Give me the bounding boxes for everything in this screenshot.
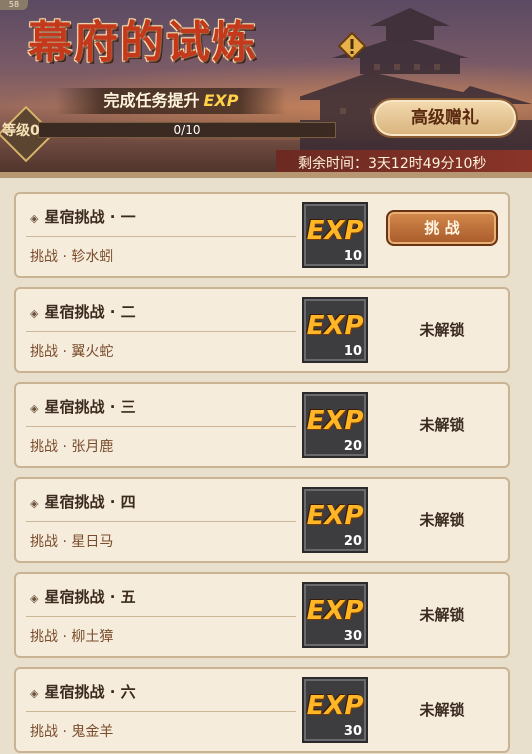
challenge-button[interactable]: 挑 战 bbox=[386, 210, 498, 246]
exp-amount: 10 bbox=[343, 249, 362, 264]
challenge-target: 挑战 · 鬼金羊 bbox=[30, 724, 114, 740]
card-divider bbox=[26, 331, 296, 332]
locked-label: 未解锁 bbox=[419, 511, 465, 529]
diamond-bullet-icon: ◈ bbox=[30, 402, 39, 415]
subtitle-text: 完成任务提升 bbox=[103, 91, 200, 110]
exp-amount: 30 bbox=[343, 629, 362, 644]
challenge-card: ◈ 星宿挑战 · 六 挑战 · 鬼金羊 EXP 30 未解锁 bbox=[14, 667, 510, 753]
challenge-target: 挑战 · 轸水蚓 bbox=[30, 249, 114, 265]
exp-reward: EXP 30 bbox=[302, 677, 368, 743]
level-progress-bar: 0/10 bbox=[38, 122, 336, 138]
locked-label: 未解锁 bbox=[419, 321, 465, 339]
challenge-card: ◈ 星宿挑战 · 四 挑战 · 星日马 EXP 20 未解锁 bbox=[14, 477, 510, 563]
challenge-name-text: 星宿挑战 · 五 bbox=[44, 588, 136, 606]
diamond-bullet-icon: ◈ bbox=[30, 592, 39, 605]
event-title: 幕府的试炼 bbox=[28, 17, 258, 68]
challenge-card: ◈ 星宿挑战 · 一 挑战 · 轸水蚓 EXP 10 挑 战 bbox=[14, 192, 510, 278]
challenge-target: 挑战 · 翼火蛇 bbox=[30, 344, 114, 360]
challenge-name: ◈ 星宿挑战 · 四 bbox=[30, 491, 136, 512]
diamond-bullet-icon: ◈ bbox=[30, 212, 39, 225]
exp-amount: 30 bbox=[343, 724, 362, 739]
card-divider bbox=[26, 236, 296, 237]
challenge-name-text: 星宿挑战 · 六 bbox=[44, 683, 136, 701]
exp-label: EXP bbox=[306, 501, 364, 531]
challenge-target: 挑战 · 星日马 bbox=[30, 534, 114, 550]
diamond-bullet-icon: ◈ bbox=[30, 307, 39, 320]
exp-label: EXP bbox=[306, 406, 364, 436]
premium-gift-button[interactable]: 高级赠礼 bbox=[372, 98, 518, 138]
exp-amount: 20 bbox=[343, 534, 362, 549]
exp-reward: EXP 30 bbox=[302, 582, 368, 648]
locked-label: 未解锁 bbox=[419, 416, 465, 434]
diamond-bullet-icon: ◈ bbox=[30, 497, 39, 510]
subtitle-exp: EXP bbox=[203, 91, 239, 110]
exp-amount: 10 bbox=[343, 344, 362, 359]
exp-reward: EXP 20 bbox=[302, 392, 368, 458]
card-divider bbox=[26, 521, 296, 522]
challenge-name-text: 星宿挑战 · 四 bbox=[44, 493, 136, 511]
challenge-name: ◈ 星宿挑战 · 三 bbox=[30, 396, 136, 417]
diamond-bullet-icon: ◈ bbox=[30, 687, 39, 700]
exp-amount: 20 bbox=[343, 439, 362, 454]
locked-label: 未解锁 bbox=[419, 701, 465, 719]
challenge-target: 挑战 · 柳土獐 bbox=[30, 629, 114, 645]
challenge-name: ◈ 星宿挑战 · 二 bbox=[30, 301, 136, 322]
challenge-target: 挑战 · 张月鹿 bbox=[30, 439, 114, 455]
exp-label: EXP bbox=[306, 596, 364, 626]
card-divider bbox=[26, 616, 296, 617]
subtitle-banner: 完成任务提升 EXP bbox=[56, 88, 286, 114]
exp-reward: EXP 20 bbox=[302, 487, 368, 553]
challenge-name-text: 星宿挑战 · 一 bbox=[44, 208, 136, 226]
card-divider bbox=[26, 426, 296, 427]
challenge-name: ◈ 星宿挑战 · 一 bbox=[30, 206, 136, 227]
exp-label: EXP bbox=[306, 311, 364, 341]
progress-text: 0/10 bbox=[173, 123, 201, 137]
level-label: 等级0 bbox=[2, 123, 40, 139]
challenge-card: ◈ 星宿挑战 · 三 挑战 · 张月鹿 EXP 20 未解锁 bbox=[14, 382, 510, 468]
card-divider bbox=[26, 711, 296, 712]
exclamation-diamond-icon[interactable] bbox=[338, 32, 366, 60]
challenge-card: ◈ 星宿挑战 · 五 挑战 · 柳土獐 EXP 30 未解锁 bbox=[14, 572, 510, 658]
challenge-card: ◈ 星宿挑战 · 二 挑战 · 翼火蛇 EXP 10 未解锁 bbox=[14, 287, 510, 373]
challenge-name: ◈ 星宿挑战 · 六 bbox=[30, 681, 136, 702]
exp-label: EXP bbox=[306, 691, 364, 721]
locked-label: 未解锁 bbox=[419, 606, 465, 624]
exp-label: EXP bbox=[306, 216, 364, 246]
challenge-name: ◈ 星宿挑战 · 五 bbox=[30, 586, 136, 607]
corner-badge: 58 bbox=[0, 0, 28, 10]
exp-reward: EXP 10 bbox=[302, 297, 368, 363]
challenge-name-text: 星宿挑战 · 三 bbox=[44, 398, 136, 416]
exp-reward: EXP 10 bbox=[302, 202, 368, 268]
challenge-name-text: 星宿挑战 · 二 bbox=[44, 303, 136, 321]
event-header: 58 幕府的试炼 完成任务提升 EXP 等级0 0/10 高级赠礼 剩余时间：3天… bbox=[0, 0, 532, 178]
challenge-list[interactable]: ◈ 星宿挑战 · 一 挑战 · 轸水蚓 EXP 10 挑 战 ◈ 星宿挑战 · 二 … bbox=[0, 178, 532, 754]
